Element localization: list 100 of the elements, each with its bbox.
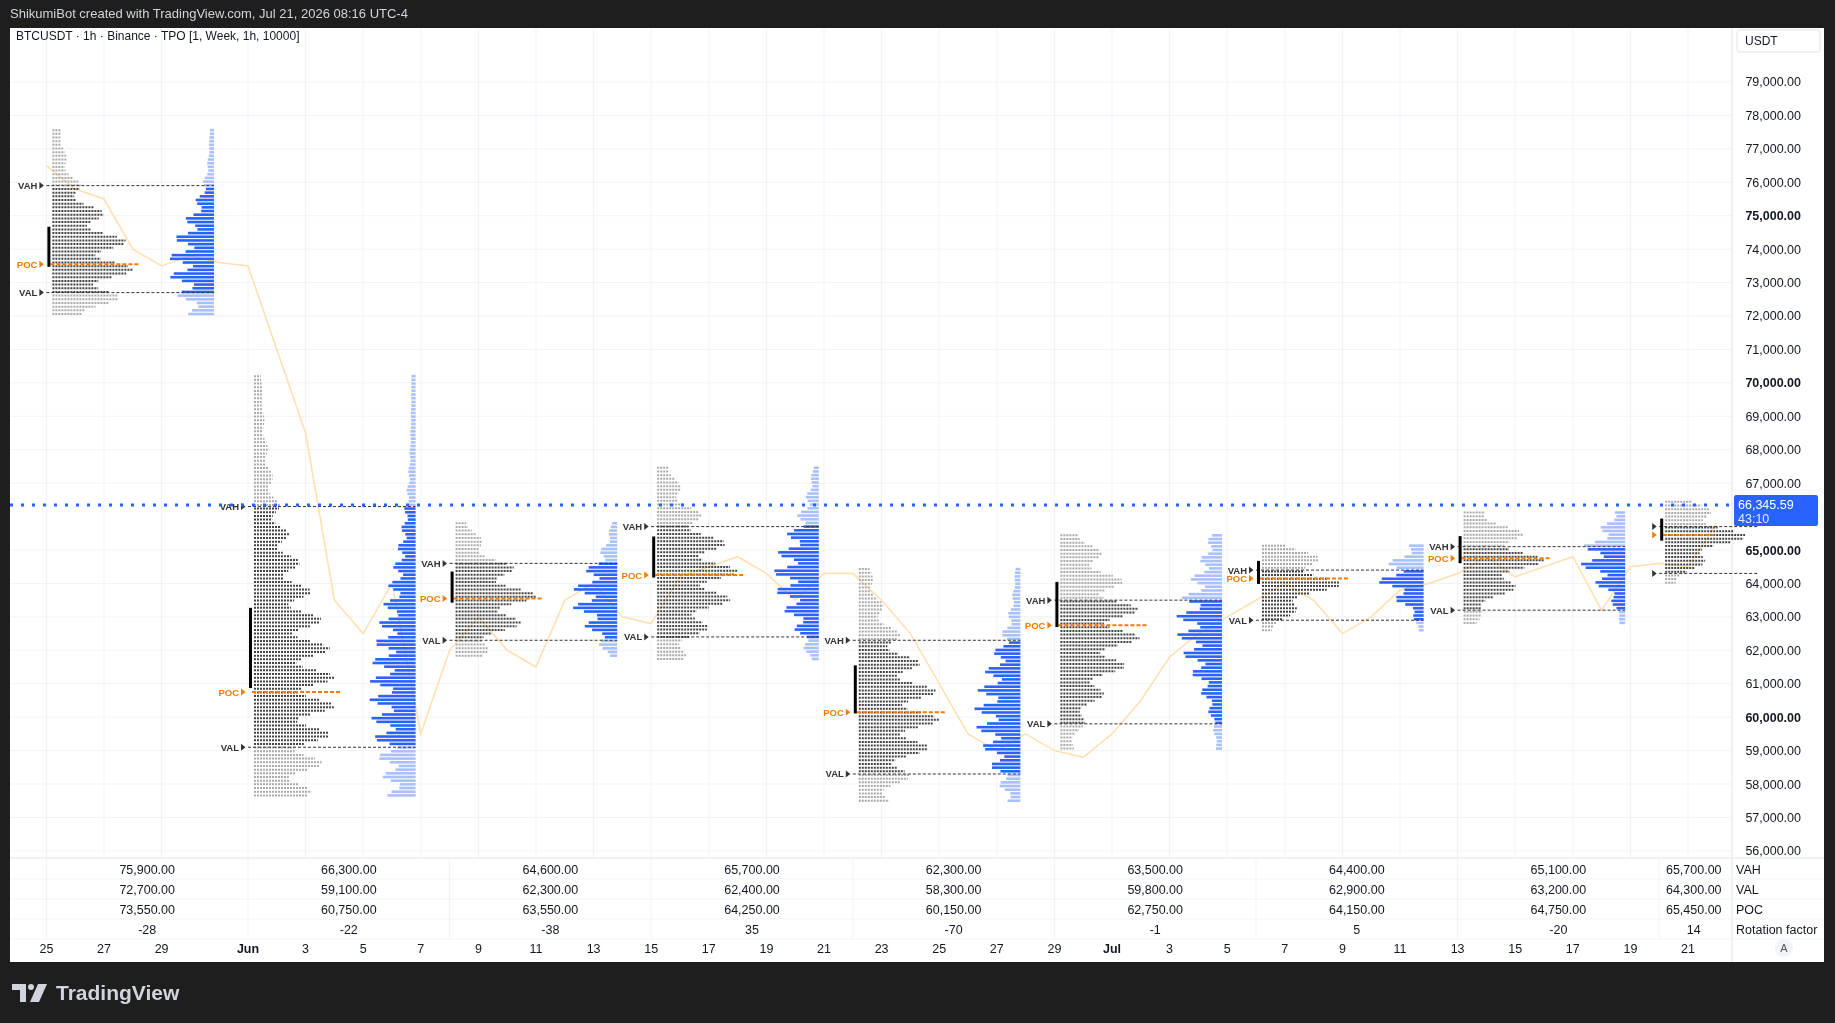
- row-label: VAL: [1736, 883, 1759, 897]
- table-cell: 63,500.00: [1127, 863, 1183, 877]
- poc-label: POC: [1428, 552, 1449, 564]
- table-cell: 62,750.00: [1127, 903, 1183, 917]
- date-label: 5: [1223, 942, 1231, 956]
- marker-icon: [442, 595, 448, 602]
- table-cell: -38: [541, 923, 560, 937]
- date-label: 21: [1681, 942, 1695, 956]
- marker-icon: [442, 559, 448, 567]
- table-cell: -22: [339, 923, 358, 937]
- price-tick-label: 64,000.00: [1745, 576, 1801, 591]
- logo-icon: [12, 983, 48, 1002]
- poc-label: POC: [621, 569, 643, 581]
- date-label: 29: [1047, 942, 1062, 956]
- poc-label: POC: [218, 686, 239, 698]
- table-cell: 73,550.00: [119, 903, 175, 917]
- open-range-bar: [450, 571, 454, 603]
- poc-label: POC: [420, 593, 441, 604]
- price-tick-label: 56,000.00: [1745, 844, 1801, 859]
- price-tick-label: 72,000.00: [1745, 309, 1801, 324]
- val-label: VAL: [825, 768, 844, 780]
- table-cell: 64,400.00: [1329, 863, 1385, 877]
- price-tick-label: 73,000.00: [1745, 276, 1801, 291]
- date-label: 9: [1338, 942, 1346, 956]
- val-label: VAL: [1228, 614, 1247, 626]
- price-tick-label: 61,000.00: [1745, 677, 1801, 692]
- date-label: 23: [874, 942, 889, 956]
- currency-button[interactable]: USDT: [1736, 29, 1821, 53]
- date-label: 27: [97, 942, 111, 956]
- val-label: VAL: [19, 287, 38, 299]
- row-label: VAH: [1736, 863, 1761, 877]
- table-cell: 63,200.00: [1530, 883, 1587, 897]
- open-range-bar: [1458, 536, 1462, 564]
- row-label: POC: [1736, 903, 1764, 917]
- date-label: 19: [759, 942, 774, 956]
- marker-icon: [241, 743, 246, 751]
- marker-icon: [644, 633, 649, 641]
- table-cell: 5: [1353, 923, 1361, 937]
- price-tick-label: 75,000.00: [1745, 209, 1801, 224]
- table-cell: 64,150.00: [1329, 903, 1385, 917]
- table-cell: 14: [1686, 923, 1701, 937]
- table-cell: 60,150.00: [925, 903, 982, 917]
- price-tick-label: 69,000.00: [1745, 409, 1801, 424]
- vah-label: VAH: [1026, 594, 1046, 606]
- poc-line: [1662, 533, 1716, 536]
- open-range-bar: [1055, 581, 1059, 628]
- marker-icon: [1450, 543, 1456, 551]
- date-label: Jun: [236, 942, 260, 956]
- date-label: 25: [39, 942, 54, 956]
- table-cell: -1: [1149, 923, 1161, 937]
- table-cell: 64,750.00: [1530, 903, 1587, 917]
- date-label: 3: [302, 942, 310, 956]
- vah-label: VAH: [1227, 564, 1247, 576]
- marker-icon: [644, 571, 649, 579]
- date-label: Jul: [1102, 942, 1122, 956]
- marker-icon: [845, 636, 851, 644]
- price-tick-label: 78,000.00: [1745, 108, 1801, 123]
- countdown-label: 43:10: [1738, 512, 1770, 527]
- vah-label: VAH: [421, 557, 441, 569]
- marker-icon: [39, 289, 44, 297]
- vah-label: VAH: [622, 521, 643, 533]
- table-cell: 62,300.00: [925, 863, 982, 877]
- open-range-bar: [47, 226, 51, 267]
- chart-legend: BTCUSDT · 1h · Binance · TPO [1, Week, 1h, 10000]: [16, 29, 300, 43]
- vah-label: VAH: [18, 180, 38, 192]
- table-cell: 65,700.00: [1665, 863, 1722, 877]
- date-label: 17: [701, 942, 716, 956]
- vah-label: VAH: [824, 634, 844, 646]
- table-cell: 58,300.00: [925, 883, 982, 897]
- val-label: VAL: [1027, 718, 1046, 730]
- open-range-bar: [853, 665, 857, 714]
- open-range-bar: [652, 536, 656, 578]
- table-cell: 72,700.00: [119, 883, 175, 897]
- price-tick-label: 65,000.00: [1745, 543, 1801, 558]
- table-cell: 35: [745, 923, 759, 937]
- date-label: 5: [359, 942, 367, 956]
- date-label: 25: [932, 942, 947, 956]
- table-cell: 63,550.00: [522, 903, 579, 917]
- price-tick-label: 77,000.00: [1745, 142, 1801, 157]
- table-cell: 62,300.00: [522, 883, 579, 897]
- price-tick-label: 71,000.00: [1745, 342, 1801, 357]
- price-tick-label: 60,000.00: [1745, 710, 1801, 725]
- date-label: 7: [417, 942, 425, 956]
- marker-icon: [1047, 621, 1052, 629]
- val-label: VAL: [623, 631, 643, 643]
- auto-scale-button[interactable]: A: [1775, 939, 1793, 957]
- date-label: 15: [1508, 942, 1523, 956]
- last-price-label: 66,345.59: [1738, 498, 1794, 513]
- marker-icon: [1047, 596, 1052, 604]
- table-cell: -70: [944, 923, 963, 937]
- marker-icon: [1047, 720, 1052, 728]
- price-tick-label: 76,000.00: [1745, 175, 1801, 190]
- table-cell: 62,400.00: [724, 883, 780, 897]
- table-cell: 65,100.00: [1530, 863, 1587, 877]
- marker-icon: [644, 523, 649, 531]
- val-label: VAL: [1430, 604, 1449, 616]
- date-label: 13: [586, 942, 601, 956]
- price-tick-label: 67,000.00: [1745, 476, 1801, 491]
- price-tick-label: 68,000.00: [1745, 443, 1801, 458]
- table-cell: 64,300.00: [1665, 883, 1722, 897]
